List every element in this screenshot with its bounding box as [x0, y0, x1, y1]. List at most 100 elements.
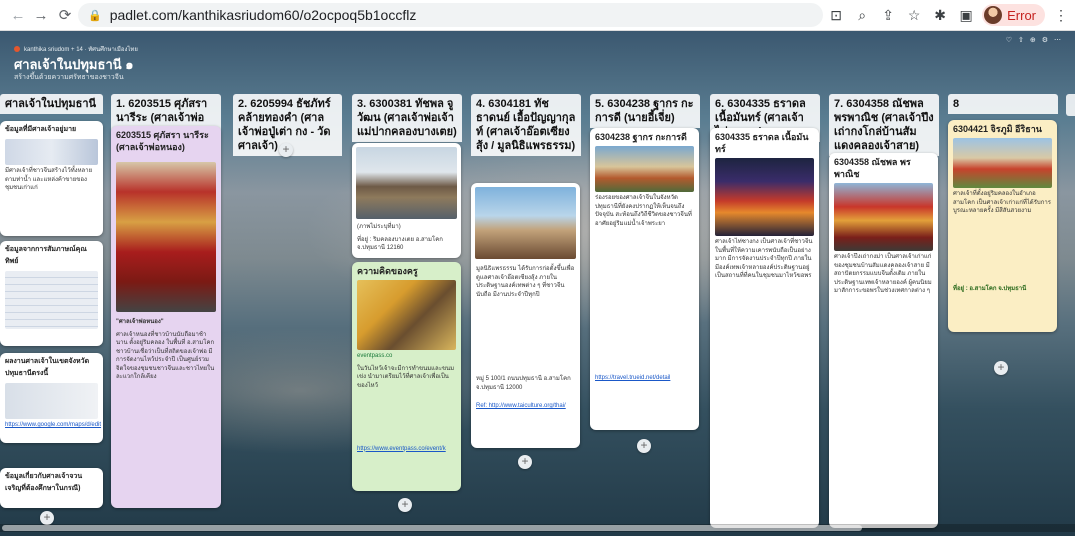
avatar — [984, 6, 1003, 24]
column-3-card-2[interactable]: ความคิดของครู eventpass.co ในวันไหว้เจ้า… — [352, 262, 461, 491]
extensions-icon[interactable]: ✱ — [930, 4, 950, 26]
card-text: มูลนิธิแพรธรรม ได้รับการก่อตั้งขึ้นเพื่อ… — [476, 266, 575, 298]
more-menu-icon[interactable]: ⋮ — [1051, 4, 1071, 26]
column-5-card[interactable]: 6304238 ฐากร กะการดี ร่องรอยของศาลเจ้าจี… — [590, 128, 699, 430]
card-text: ศาลเจ้าไท่ซางกง เป็นศาลเจ้าที่ชาวจีนในพื… — [715, 239, 813, 279]
card-title: 6304421 จิรภูมิ อีริธาน — [953, 124, 1042, 134]
riverside-shrine-photo — [356, 147, 457, 219]
forward-arrow-icon[interactable]: → — [29, 3, 53, 27]
card-title: ข้อมูลที่มีศาลเจ้าอยู่มาย — [5, 126, 77, 133]
add-post-button-col8[interactable]: + — [994, 361, 1008, 375]
column-4-title: 4. 6304181 ทัชธาดนย์ เอื้อปัญญากุลท์ (ศา… — [471, 94, 581, 156]
share-button-icon[interactable]: ⇧ — [1018, 36, 1024, 44]
shrine-gate-photo — [834, 183, 933, 251]
card-title: ความคิดของครู — [357, 266, 418, 276]
add-post-button-col2[interactable]: + — [279, 143, 293, 157]
card-title: ผลงานศาลเจ้าในเขตจังหวัดปทุมธานีตรงนี้ — [5, 358, 90, 377]
install-icon[interactable]: ⊡ — [826, 4, 846, 26]
lock-icon: 🔒 — [88, 9, 102, 22]
card-image — [5, 139, 98, 165]
padlet-meta: kanthika sriudom + 14 · ทัศนศึกษาเมืองไท… — [14, 44, 138, 54]
column-0-card-3[interactable]: ผลงานศาลเจ้าในเขตจังหวัดปทุมธานีตรงนี้ h… — [0, 353, 103, 443]
add-post-button-col3[interactable]: + — [398, 498, 412, 512]
page-subtitle: สร้างขึ้นด้วยความศรัทธาของชาวจีน — [14, 74, 124, 81]
column-4: 4. 6304181 ทัชธาดนย์ เอื้อปัญญากุลท์ (ศา… — [471, 94, 581, 156]
shrine-photo — [953, 138, 1052, 188]
add-post-button-col4[interactable]: + — [518, 455, 532, 469]
column-5: 5. 6304238 ฐากร กะการดี (นายอี้เจี่ย) — [590, 94, 700, 128]
card-footer: ที่อยู่ : อ.สามโคก จ.ปทุมธานี — [953, 286, 1027, 292]
column-4-card[interactable]: มูลนิธิแพรธรรม ได้รับการก่อตั้งขึ้นเพื่อ… — [471, 183, 580, 448]
shrine-photo — [116, 162, 216, 312]
column-0: ศาลเจ้าในปทุมธานี — [0, 94, 103, 114]
address-bar[interactable]: 🔒 padlet.com/kanthikasriudom60/o2ocpoq5b… — [78, 3, 823, 27]
share-icon[interactable]: ⇪ — [878, 4, 898, 26]
card-text: มีศาลเจ้าที่ชาวจีนสร้างไว้ทั้งหลายตามท่า… — [5, 168, 93, 191]
settings-gear-icon[interactable]: ⚙ — [1042, 36, 1048, 44]
card-text: ร่องรอยของศาลเจ้าจีนในจังหวัดปทุมธานีที่… — [595, 195, 692, 227]
card-image — [5, 271, 98, 329]
bookmark-star-icon[interactable]: ☆ — [904, 4, 924, 26]
column-9-edge — [1066, 94, 1075, 116]
card-text: ในวันไหว้เจ้าจะมีการทำขนมและขนมเข่ง นำมา… — [357, 365, 455, 389]
card-link[interactable]: https://www.google.com/maps/d/edit — [0, 419, 103, 432]
card-image — [5, 383, 98, 419]
night-shrine-photo — [715, 158, 814, 236]
reload-icon[interactable]: ⟳ — [53, 3, 77, 27]
remake-icon[interactable]: ⊕ — [1030, 36, 1036, 44]
column-8-card[interactable]: 6304421 จิรภูมิ อีริธาน ศาลเจ้าที่ตั้งอย… — [948, 120, 1057, 332]
browser-toolbar: ← → ⟳ 🔒 padlet.com/kanthikasriudom60/o2o… — [0, 0, 1075, 31]
card-caption: (ภาพไม่ระบุที่มา) — [357, 224, 401, 230]
foundation-building-photo — [475, 187, 576, 259]
column-0-card-4[interactable]: ข้อมูลเกี่ยวกับศาลเจ้าจวนเจริญที่ต้องคึก… — [0, 468, 103, 508]
column-3-title: 3. 6300381 ทัชพล จูวัฒน (ศาลเจ้าพ่อเจ้าแ… — [352, 94, 462, 142]
card-address: หมู่ 5 100/1 ถนนปทุมธานี อ.สามโคก จ.ปทุม… — [476, 376, 571, 391]
back-arrow-icon[interactable]: ← — [6, 3, 30, 27]
add-post-button-col5[interactable]: + — [637, 439, 651, 453]
card-title: ข้อมูลเกี่ยวกับศาลเจ้าจวนเจริญที่ต้องคึก… — [5, 473, 83, 492]
more-dots-icon[interactable]: ⋯ — [1054, 36, 1061, 44]
card-text: ศาลเจ้าหนองที่ชาวบ้านนับถือมาช้านาน ตั้ง… — [116, 331, 215, 381]
card-source: eventpass.co — [357, 353, 393, 359]
card-text: ศาลเจ้าปึงเถ่ากงม่า เป็นศาลเจ้าเก่าแก่ขอ… — [834, 254, 932, 294]
zoom-icon[interactable]: ⌕ — [852, 4, 872, 26]
padlet-actions: ♡ ⇧ ⊕ ⚙ ⋯ — [1006, 36, 1061, 44]
padlet-board: kanthika sriudom + 14 · ทัศนศึกษาเมืองไท… — [0, 31, 1075, 536]
card-title: 6304238 ฐากร กะการดี — [595, 132, 687, 142]
card-ref-link[interactable]: Ref: http://www.taiculture.org/thai/ — [471, 400, 580, 413]
card-text: ศาลเจ้าที่ตั้งอยู่ริมคลองในอำเภอสามโคก เ… — [953, 191, 1051, 214]
column-3-card-1[interactable]: (ภาพไม่ระบุที่มา) ที่อยู่ : ริมคลองบางเต… — [352, 143, 461, 258]
card-text: ที่อยู่ : ริมคลองบางเตย อ.สามโคก จ.ปทุมธ… — [357, 236, 443, 252]
column-6-card[interactable]: 6304335 ธราดล เนื้อมันทร์ ศาลเจ้าไท่ซางก… — [710, 128, 819, 528]
card-title: 6304335 ธราดล เนื้อมันทร์ — [715, 132, 809, 154]
horizontal-scrollbar[interactable] — [0, 524, 1075, 532]
add-post-button-col0[interactable]: + — [40, 511, 54, 525]
card-link[interactable]: https://travel.trueid.net/detail — [590, 372, 699, 385]
card-quote: "ศาลเจ้าพ่อหนอง" — [116, 319, 164, 325]
column-7-card[interactable]: 6304358 ณัชพล พรพาณิช ศาลเจ้าปึงเถ่ากงม่… — [829, 153, 938, 528]
padlet-header: kanthika sriudom + 14 · ทัศนศึกษาเมืองไท… — [0, 31, 1075, 89]
column-1-card[interactable]: 6203515 ศุภัสรา นารีระ (ศาลเจ้าพ่อหนอง) … — [111, 126, 221, 508]
column-0-title: ศาลเจ้าในปทุมธานี — [0, 94, 103, 114]
sidepanel-icon[interactable]: ▣ — [956, 4, 976, 26]
column-7: 7. 6304358 ณัชพล พรพาณิช (ศาลเจ้าปึงเถ่า… — [829, 94, 939, 156]
scrollbar-thumb[interactable] — [2, 525, 862, 531]
url-text: padlet.com/kanthikasriudom60/o2ocpoq5b1o… — [109, 7, 417, 23]
card-title: ข้อมูลจากการสัมภาษณ์คุณทิพย์ — [5, 246, 87, 265]
card-link[interactable]: https://www.eventpass.co/event/k — [352, 443, 461, 456]
profile-button[interactable]: Error — [982, 4, 1045, 26]
card-title: 6203515 ศุภัสรา นารีระ (ศาลเจ้าพ่อหนอง) — [116, 130, 209, 152]
column-8-title: 8 — [948, 94, 1058, 114]
profile-error-label: Error — [1007, 7, 1036, 23]
column-0-card-2[interactable]: ข้อมูลจากการสัมภาษณ์คุณทิพย์ — [0, 241, 103, 346]
padlet-meta-text: kanthika sriudom + 14 · ทัศนศึกษาเมืองไท… — [24, 47, 138, 53]
column-0-card-1[interactable]: ข้อมูลที่มีศาลเจ้าอยู่มาย มีศาลเจ้าที่ชา… — [0, 121, 103, 236]
shrine-photo — [595, 146, 694, 192]
author-dot-icon — [14, 46, 20, 52]
column-7-title: 7. 6304358 ณัชพล พรพาณิช (ศาลเจ้าปึงเถ่า… — [829, 94, 939, 156]
heart-icon[interactable]: ♡ — [1006, 36, 1012, 44]
column-3: 3. 6300381 ทัชพล จูวัฒน (ศาลเจ้าพ่อเจ้าแ… — [352, 94, 462, 142]
card-title: 6304358 ณัชพล พรพาณิช — [834, 157, 911, 179]
column-5-title: 5. 6304238 ฐากร กะการดี (นายอี้เจี่ย) — [590, 94, 700, 128]
column-8: 8 — [948, 94, 1058, 114]
